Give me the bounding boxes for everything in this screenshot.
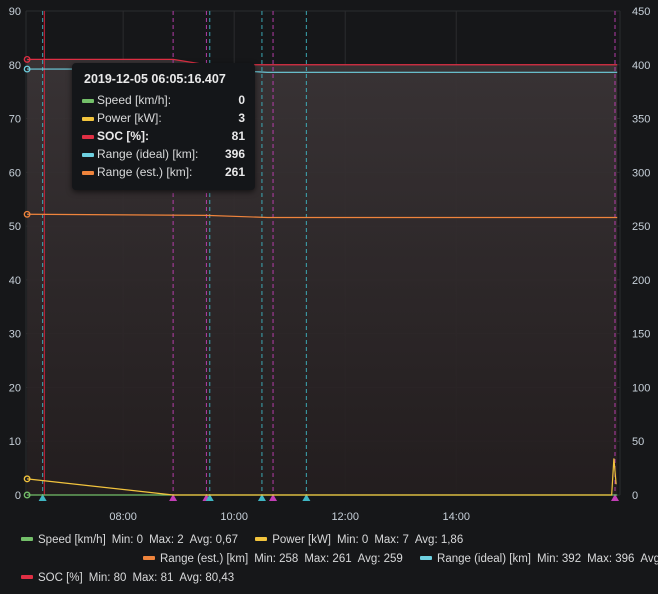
legend-swatch	[82, 135, 94, 139]
tooltip-value: 396	[224, 147, 245, 161]
tooltip-label: Power [kW]:	[97, 111, 162, 125]
tooltip-label: Range (ideal) [km]:	[97, 147, 199, 161]
legend-avg: Avg: 259	[357, 553, 403, 565]
y-left-tick-label: 50	[9, 221, 21, 233]
legend-avg: Avg: 394	[640, 553, 658, 565]
tooltip-label: Speed [km/h]:	[97, 93, 172, 107]
legend-label: Speed [km/h]	[38, 534, 106, 546]
x-tick-label: 14:00	[442, 511, 470, 520]
legend-row-2: Range (est.) [km] Min: 258 Max: 261 Avg: 25…	[143, 553, 658, 565]
legend-label: Range (ideal) [km]	[437, 553, 531, 565]
y-right-tick-label: 150	[632, 329, 650, 341]
tooltip-value: 3	[238, 111, 245, 125]
hover-tooltip: 2019-12-05 06:05:16.407 Speed [km/h]: 0 …	[72, 63, 255, 190]
legend-min: Min: 0	[111, 534, 144, 546]
legend-avg: Avg: 0,67	[189, 534, 238, 546]
legend-item-speed[interactable]: Speed [km/h] Min: 0 Max: 2 Avg: 0,67	[21, 534, 238, 546]
legend-max: Max: 81	[132, 572, 174, 584]
y-left-tick-label: 20	[9, 382, 21, 394]
legend-swatch	[255, 536, 268, 541]
tooltip-value: 0	[238, 93, 245, 107]
legend-min: Min: 0	[337, 534, 369, 546]
legend-item-power[interactable]: Power [kW] Min: 0 Max: 7 Avg: 1,86	[255, 534, 463, 546]
y-right-tick-label: 300	[632, 167, 650, 179]
legend-avg: Avg: 80,43	[179, 572, 235, 584]
tooltip-row-range-ideal: Range (ideal) [km]: 396	[82, 147, 245, 163]
legend-swatch	[82, 171, 94, 175]
y-right-tick-label: 400	[632, 60, 650, 72]
tooltip-label: Range (est.) [km]:	[97, 165, 193, 179]
legend-swatch	[82, 117, 94, 121]
y-right-tick-label: 450	[632, 6, 650, 18]
x-tick-label: 10:00	[220, 511, 248, 520]
y-left-tick-label: 0	[15, 490, 21, 502]
legend-row-1: Speed [km/h] Min: 0 Max: 2 Avg: 0,67 Power …	[21, 534, 463, 546]
legend-min: Min: 392	[536, 553, 582, 565]
y-right-tick-label: 50	[632, 436, 644, 448]
y-right-tick-label: 200	[632, 275, 650, 287]
y-left-tick-label: 80	[9, 60, 21, 72]
legend-label: SOC [%]	[38, 572, 83, 584]
tooltip-value: 261	[224, 165, 245, 179]
legend-item-range-ideal[interactable]: Range (ideal) [km] Min: 392 Max: 396 Avg: 3…	[420, 553, 658, 565]
legend-row-3: SOC [%] Min: 80 Max: 81 Avg: 80,43	[21, 572, 234, 584]
y-left-tick-label: 60	[9, 167, 21, 179]
legend-avg: Avg: 1,86	[414, 534, 464, 546]
y-left-tick-label: 90	[9, 6, 21, 18]
tooltip-label: SOC [%]:	[97, 129, 149, 143]
legend-label: Power [kW]	[272, 534, 331, 546]
legend-item-soc[interactable]: SOC [%] Min: 80 Max: 81 Avg: 80,43	[21, 572, 234, 584]
legend-min: Min: 80	[88, 572, 127, 584]
legend-min: Min: 258	[254, 553, 299, 565]
y-left-tick-label: 10	[9, 436, 21, 448]
y-left-tick-label: 30	[9, 329, 21, 341]
tooltip-row-power: Power [kW]: 3	[82, 111, 245, 127]
tooltip-row-soc: SOC [%]: 81	[82, 129, 245, 145]
legend-swatch	[82, 99, 94, 103]
legend-max: Max: 2	[149, 534, 184, 546]
legend-max: Max: 261	[304, 553, 352, 565]
legend-label: Range (est.) [km]	[160, 553, 249, 565]
legend-swatch	[82, 153, 94, 157]
x-tick-label: 12:00	[331, 511, 359, 520]
y-right-tick-label: 350	[632, 114, 650, 126]
tooltip-row-speed: Speed [km/h]: 0	[82, 93, 245, 109]
y-right-tick-label: 250	[632, 221, 650, 233]
x-tick-label: 08:00	[109, 511, 137, 520]
y-right-tick-label: 100	[632, 382, 650, 394]
tooltip-row-range-est: Range (est.) [km]: 261	[82, 165, 245, 181]
legend-swatch	[21, 536, 33, 541]
tooltip-timestamp: 2019-12-05 06:05:16.407	[84, 72, 226, 86]
legend-swatch	[21, 574, 33, 579]
legend-swatch	[143, 555, 155, 560]
tooltip-value: 81	[231, 129, 245, 143]
y-left-tick-label: 40	[9, 275, 21, 287]
legend-item-range-est[interactable]: Range (est.) [km] Min: 258 Max: 261 Avg: 25…	[143, 553, 403, 565]
legend-max: Max: 396	[587, 553, 635, 565]
legend-swatch	[420, 555, 433, 560]
y-right-tick-label: 0	[632, 490, 638, 502]
legend-max: Max: 7	[374, 534, 409, 546]
y-left-tick-label: 70	[9, 114, 21, 126]
